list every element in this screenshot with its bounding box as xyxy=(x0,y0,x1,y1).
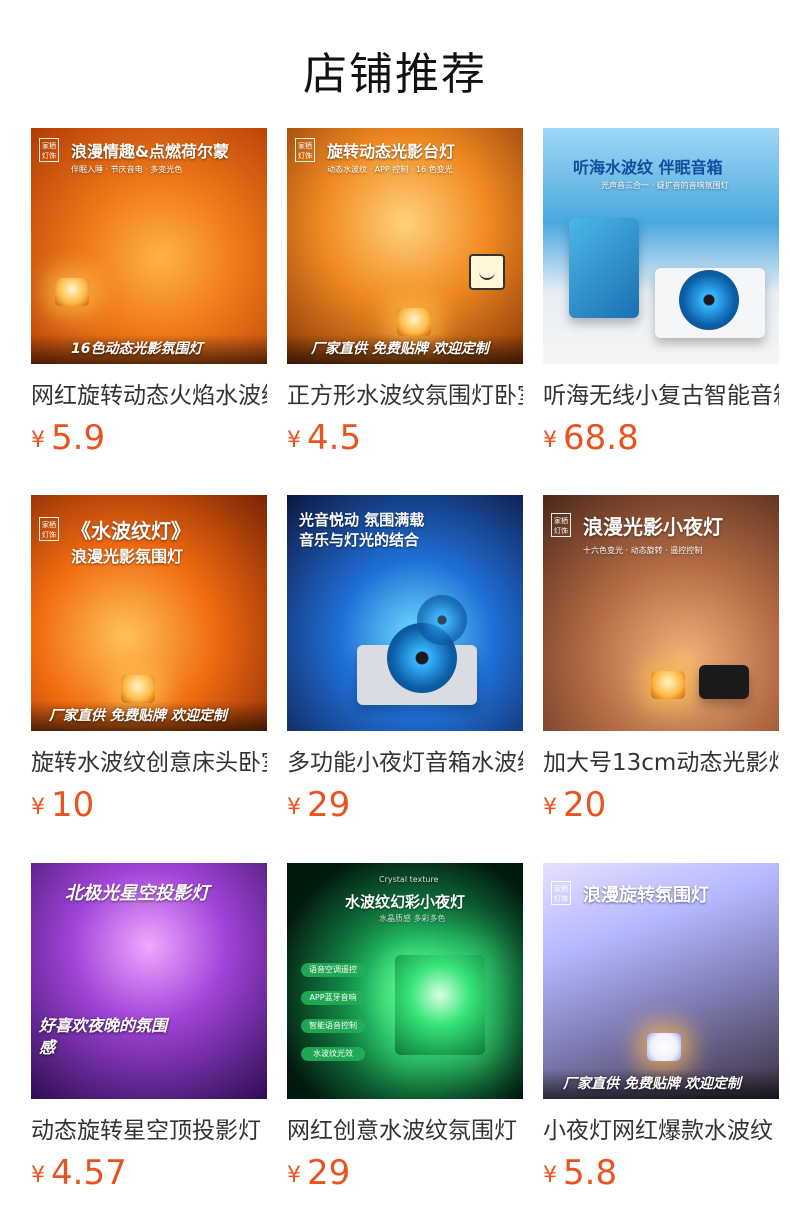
currency-symbol: ¥ xyxy=(543,795,557,820)
laptop-graphic xyxy=(699,665,749,699)
feature-pill: APP蓝牙音响 xyxy=(301,991,365,1005)
price-value: 29 xyxy=(307,785,351,825)
image-subtitle: 浪漫光影氛围灯 xyxy=(71,547,184,566)
smiley-picture-icon xyxy=(469,254,505,290)
product-card[interactable]: 家栖灯饰 浪漫光影小夜灯 十六色变光 · 动态旋转 · 遥控控制 加大号13cm… xyxy=(543,495,779,825)
currency-symbol: ¥ xyxy=(543,1163,557,1188)
feature-pill: 水波纹光效 xyxy=(301,1047,365,1061)
price-value: 5.9 xyxy=(51,418,106,458)
brand-badge: 家栖灯饰 xyxy=(39,517,59,541)
image-headline: 浪漫光影小夜灯 xyxy=(583,515,723,539)
image-subtitle: 十六色变光 · 动态旋转 · 遥控控制 xyxy=(583,546,703,555)
image-subtitle: 伴眠入睡 · 节庆音电 · 多变光色 xyxy=(71,165,183,174)
price-value: 29 xyxy=(307,1153,351,1193)
projection-ring-graphic xyxy=(417,595,467,645)
currency-symbol: ¥ xyxy=(31,428,45,453)
image-banner: 厂家直供 免费贴牌 欢迎定制 xyxy=(311,341,489,357)
image-banner: 厂家直供 免费贴牌 欢迎定制 xyxy=(49,708,227,724)
currency-symbol: ¥ xyxy=(287,1163,301,1188)
product-card[interactable]: 听海水波纹 伴眠音箱 光声音三合一 · 疑扩音的音响氛围灯 听海无线小复古智能音… xyxy=(543,128,779,458)
brand-badge: 家栖灯饰 xyxy=(551,513,571,537)
section-header: 店铺推荐 xyxy=(0,0,790,128)
currency-symbol: ¥ xyxy=(31,1163,45,1188)
image-headline: 听海水波纹 伴眠音箱 xyxy=(573,158,723,177)
currency-symbol: ¥ xyxy=(543,428,557,453)
image-subtitle: 音乐与灯光的结合 xyxy=(299,531,420,549)
brand-badge: 家栖灯饰 xyxy=(551,881,571,905)
image-headline: 水波纹幻彩小夜灯 xyxy=(345,893,466,911)
price-value: 5.8 xyxy=(563,1153,618,1193)
product-title[interactable]: 多功能小夜灯音箱水波纹 xyxy=(287,747,523,779)
image-headline: 浪漫情趣&点燃荷尔蒙 xyxy=(71,142,229,161)
product-image[interactable]: 北极光星空投影灯 好喜欢夜晚的氛围感 xyxy=(31,863,267,1099)
product-price: ¥4.5 xyxy=(287,418,523,458)
brand-badge: 家栖灯饰 xyxy=(295,138,315,162)
image-subtitle: 动态水波纹 · APP 控制 · 16 色变光 xyxy=(327,165,453,174)
product-title[interactable]: 动态旋转星空顶投影灯 xyxy=(31,1115,267,1147)
price-value: 20 xyxy=(563,785,607,825)
product-title[interactable]: 小夜灯网红爆款水波纹 xyxy=(543,1115,779,1147)
product-card[interactable]: 家栖灯饰 浪漫情趣&点燃荷尔蒙 伴眠入睡 · 节庆音电 · 多变光色 16色动态… xyxy=(31,128,267,458)
price-value: 4.57 xyxy=(51,1153,127,1193)
product-card[interactable]: 家栖灯饰 浪漫旋转氛围灯 厂家直供 免费贴牌 欢迎定制 小夜灯网红爆款水波纹 ¥… xyxy=(543,863,779,1193)
product-price: ¥29 xyxy=(287,785,523,825)
page-title: 店铺推荐 xyxy=(303,49,487,100)
currency-symbol: ¥ xyxy=(287,428,301,453)
price-value: 4.5 xyxy=(307,418,362,458)
product-price: ¥29 xyxy=(287,1153,523,1193)
image-headline: 旋转动态光影台灯 xyxy=(327,142,456,161)
brand-badge: 家栖灯饰 xyxy=(39,138,59,162)
image-headline: 《水波纹灯》 xyxy=(71,519,191,543)
product-title[interactable]: 正方形水波纹氛围灯卧室 xyxy=(287,380,523,412)
product-image[interactable]: 家栖灯饰 浪漫光影小夜灯 十六色变光 · 动态旋转 · 遥控控制 xyxy=(543,495,779,731)
product-card[interactable]: 光音悦动 氛围满载 音乐与灯光的结合 多功能小夜灯音箱水波纹 ¥29 xyxy=(287,495,523,825)
water-disc-graphic xyxy=(679,270,739,330)
product-image[interactable]: 家栖灯饰 《水波纹灯》 浪漫光影氛围灯 厂家直供 免费贴牌 欢迎定制 xyxy=(31,495,267,731)
lamp-graphic xyxy=(55,278,89,306)
product-price: ¥5.9 xyxy=(31,418,267,458)
image-banner: 好喜欢夜晚的氛围感 xyxy=(39,1016,168,1057)
product-image[interactable]: 光音悦动 氛围满载 音乐与灯光的结合 xyxy=(287,495,523,731)
image-headline: 浪漫旋转氛围灯 xyxy=(583,885,709,906)
product-title[interactable]: 网红旋转动态火焰水波纹 xyxy=(31,380,267,412)
product-card[interactable]: Crystal texture 水波纹幻彩小夜灯 水晶质感 多彩多色 语音空调遥… xyxy=(287,863,523,1193)
image-headline: 光音悦动 氛围满载 xyxy=(299,511,425,529)
image-top-label: Crystal texture xyxy=(379,875,439,884)
lamp-graphic xyxy=(651,671,685,699)
image-subtitle: 水晶质感 多彩多色 xyxy=(379,914,446,923)
product-price: ¥68.8 xyxy=(543,418,779,458)
product-price: ¥4.57 xyxy=(31,1153,267,1193)
price-value: 10 xyxy=(51,785,95,825)
product-image[interactable]: Crystal texture 水波纹幻彩小夜灯 水晶质感 多彩多色 语音空调遥… xyxy=(287,863,523,1099)
feature-pill: 智能语音控制 xyxy=(301,1019,365,1033)
image-headline: 北极光星空投影灯 xyxy=(65,883,209,904)
image-subtitle: 光声音三合一 · 疑扩音的音响氛围灯 xyxy=(601,181,729,190)
currency-symbol: ¥ xyxy=(287,795,301,820)
lamp-graphic xyxy=(397,308,431,336)
product-title[interactable]: 网红创意水波纹氛围灯 xyxy=(287,1115,523,1147)
product-title[interactable]: 旋转水波纹创意床头卧室 xyxy=(31,747,267,779)
product-card[interactable]: 家栖灯饰 《水波纹灯》 浪漫光影氛围灯 厂家直供 免费贴牌 欢迎定制 旋转水波纹… xyxy=(31,495,267,825)
product-card[interactable]: 北极光星空投影灯 好喜欢夜晚的氛围感 动态旋转星空顶投影灯 ¥4.57 xyxy=(31,863,267,1193)
product-title[interactable]: 听海无线小复古智能音箱 xyxy=(543,380,779,412)
image-banner: 厂家直供 免费贴牌 欢迎定制 xyxy=(563,1076,741,1092)
product-image[interactable]: 家栖灯饰 旋转动态光影台灯 动态水波纹 · APP 控制 · 16 色变光 厂家… xyxy=(287,128,523,364)
speaker-box-graphic xyxy=(569,218,639,318)
lamp-graphic xyxy=(121,675,155,703)
product-image[interactable]: 家栖灯饰 浪漫旋转氛围灯 厂家直供 免费贴牌 欢迎定制 xyxy=(543,863,779,1099)
currency-symbol: ¥ xyxy=(31,795,45,820)
lamp-graphic xyxy=(647,1033,681,1061)
product-price: ¥20 xyxy=(543,785,779,825)
price-value: 68.8 xyxy=(563,418,639,458)
feature-pill: 语音空调遥控 xyxy=(301,963,365,977)
product-price: ¥10 xyxy=(31,785,267,825)
product-card[interactable]: 家栖灯饰 旋转动态光影台灯 动态水波纹 · APP 控制 · 16 色变光 厂家… xyxy=(287,128,523,458)
image-banner: 16色动态光影氛围灯 xyxy=(71,341,203,357)
product-title[interactable]: 加大号13cm动态光影灯 xyxy=(543,747,779,779)
product-image[interactable]: 听海水波纹 伴眠音箱 光声音三合一 · 疑扩音的音响氛围灯 xyxy=(543,128,779,364)
crystal-cube-graphic xyxy=(395,955,485,1055)
product-price: ¥5.8 xyxy=(543,1153,779,1193)
product-image[interactable]: 家栖灯饰 浪漫情趣&点燃荷尔蒙 伴眠入睡 · 节庆音电 · 多变光色 16色动态… xyxy=(31,128,267,364)
